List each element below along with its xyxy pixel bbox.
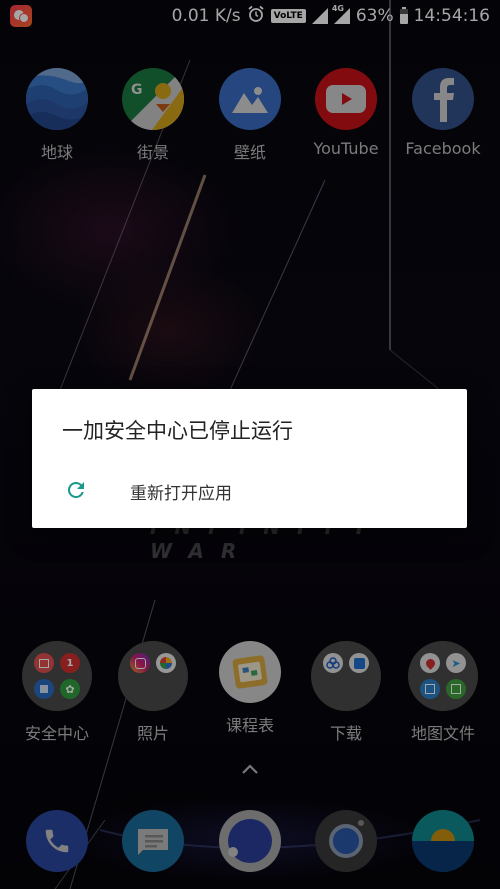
instagram-mini-icon [130, 653, 150, 673]
course-schedule-icon [219, 641, 281, 703]
facebook-icon [412, 68, 474, 130]
send-mini-icon: ➤ [446, 653, 466, 673]
chat-bubbles-icon [10, 5, 32, 27]
signal-4g-icon: 4G [332, 4, 350, 24]
google-photos-mini-icon [156, 653, 176, 673]
maple-mini-icon: ✿ [60, 679, 80, 699]
street-view-icon: G [122, 68, 184, 130]
network-type-label: 4G [331, 4, 344, 13]
folder-icon: 1 ✿ [22, 641, 92, 711]
folder-icon [118, 641, 188, 711]
folder-label: 安全中心 [24, 724, 89, 743]
app-label: YouTube [313, 139, 379, 158]
status-bar: 0.01 K/s VoLTE 4G 63% 14:54:16 [0, 0, 500, 32]
wallpapers-icon [219, 68, 281, 130]
refresh-icon [67, 482, 84, 498]
app-label: 地球 [40, 143, 73, 162]
folder-label: 下载 [329, 724, 362, 743]
clock: 14:54:16 [413, 6, 490, 26]
app-wallpapers[interactable]: 壁纸 [202, 68, 298, 163]
app-label: 街景 [136, 143, 169, 162]
app-street-view[interactable]: G 街景 [105, 68, 201, 163]
dock-messages[interactable] [105, 810, 201, 872]
folder-security-center[interactable]: 1 ✿ 安全中心 [9, 641, 105, 744]
baidu-netdisk-mini-icon [323, 653, 343, 673]
app-label: Facebook [405, 139, 481, 158]
folder-downloads[interactable]: 下载 [298, 641, 394, 744]
reopen-app-label: 重新打开应用 [130, 484, 232, 504]
app-label: 壁纸 [233, 143, 266, 162]
xunlei-mini-icon [349, 653, 369, 673]
oneplus-store-mini-icon [34, 653, 54, 673]
network-speed: 0.01 K/s [171, 6, 241, 26]
app-crash-dialog: 一加安全中心已停止运行 重新打开应用 [32, 389, 467, 528]
camera-icon [315, 810, 377, 872]
app-facebook[interactable]: Facebook [395, 68, 491, 158]
battery-percent: 63% [355, 6, 394, 26]
folder-icon [311, 641, 381, 711]
app-google-earth[interactable]: 地球 [9, 68, 105, 163]
app-course-schedule[interactable]: 课程表 [202, 641, 298, 736]
folder-label: 地图文件 [410, 724, 475, 743]
app-label: 课程表 [225, 716, 274, 735]
google-earth-icon [26, 68, 88, 130]
gallery-icon [412, 810, 474, 872]
messages-icon [122, 810, 184, 872]
battery-icon [399, 6, 408, 24]
dock-browser[interactable] [202, 810, 298, 872]
files-green-mini-icon [446, 679, 466, 699]
folder-photos[interactable]: 照片 [105, 641, 201, 744]
folder-maps-files[interactable]: ➤ 地图文件 [395, 641, 491, 744]
alarm-clock-icon [247, 5, 265, 28]
signal-sim1-icon [311, 8, 328, 24]
files-mini-icon [420, 679, 440, 699]
dock-gallery[interactable] [395, 810, 491, 872]
folder-icon: ➤ [408, 641, 478, 711]
file-manager-mini-icon [34, 679, 54, 699]
phone-icon [26, 810, 88, 872]
map-pin-mini-icon [420, 653, 440, 673]
browser-icon [219, 810, 281, 872]
chevron-up-icon[interactable] [238, 760, 262, 778]
dock-camera[interactable] [298, 810, 394, 872]
dialog-title: 一加安全中心已停止运行 [62, 419, 293, 443]
reopen-app-button[interactable]: 重新打开应用 [32, 467, 467, 513]
app-youtube[interactable]: YouTube [298, 68, 394, 158]
oneplus-community-mini-icon: 1 [60, 653, 80, 673]
svg-text:G: G [131, 82, 143, 98]
youtube-icon [315, 68, 377, 130]
volte-badge: VoLTE [270, 9, 306, 23]
folder-label: 照片 [136, 724, 169, 743]
dock-phone[interactable] [9, 810, 105, 872]
